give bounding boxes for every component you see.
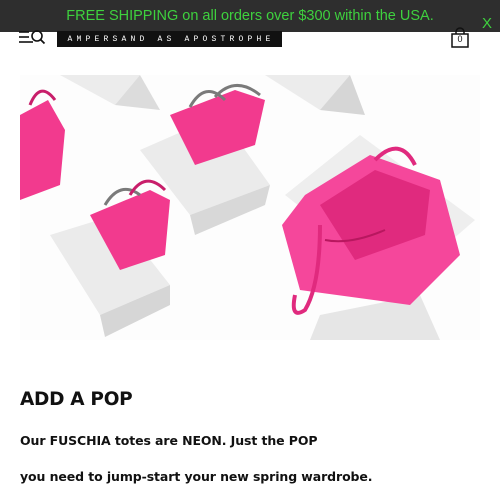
cart-count: 0 [457,34,463,44]
body-line-2: you need to jump-start your new spring w… [20,469,373,484]
menu-search-icon[interactable] [19,28,47,46]
site-logo[interactable]: AMPERSAND AS APOSTROPHE [57,31,282,47]
cart-button[interactable]: 0 [450,27,470,49]
section-heading: ADD A POP [20,389,133,410]
site-header: AMPERSAND AS APOSTROPHE 0 [0,22,500,62]
hero-image[interactable] [20,75,480,340]
body-line-1: Our FUSCHIA totes are NEON. Just the POP [20,433,318,448]
